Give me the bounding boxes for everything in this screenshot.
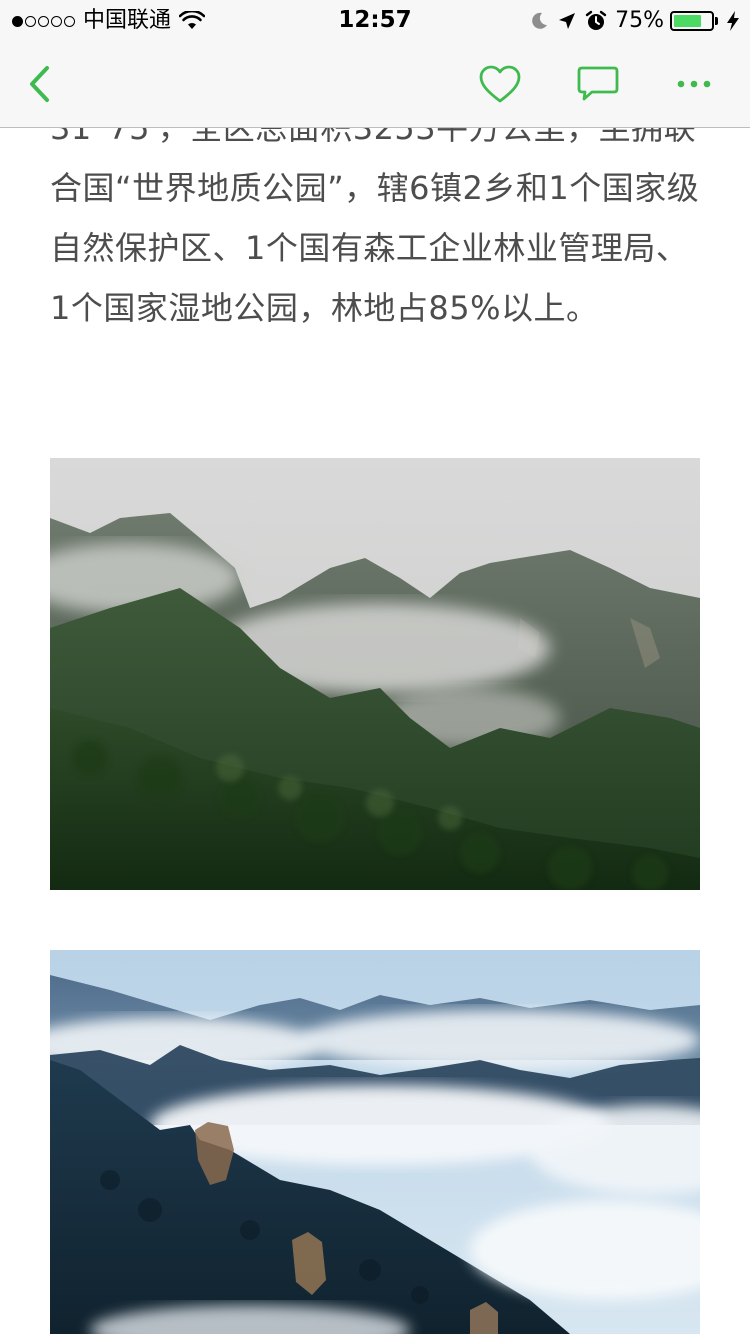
battery-icon	[670, 11, 714, 31]
comment-button[interactable]	[568, 40, 628, 128]
more-dots-icon	[677, 80, 711, 88]
article-image-misty-mountains[interactable]	[50, 458, 700, 890]
heart-icon	[479, 65, 521, 103]
navigation-bar	[0, 40, 750, 128]
comment-bubble-icon	[577, 66, 619, 101]
battery-percent: 75%	[615, 8, 664, 33]
battery-cap	[715, 17, 718, 25]
chevron-left-icon	[30, 66, 49, 102]
charging-bolt-icon	[727, 11, 739, 31]
status-bar-right: 75%	[521, 7, 740, 35]
alarm-clock-icon	[585, 10, 607, 30]
moon-icon	[532, 12, 548, 29]
back-button[interactable]	[14, 40, 64, 128]
status-bar: 中国联通 12:57 75%	[0, 0, 750, 40]
like-button[interactable]	[470, 40, 530, 128]
location-arrow-icon	[559, 13, 576, 29]
article-image-sea-of-clouds[interactable]	[50, 950, 700, 1334]
more-button[interactable]	[664, 40, 724, 128]
article-paragraph: 31°75′，全区总面积3253平方公里，坐拥联合国“世界地质公园”，辖6镇2乡…	[50, 109, 700, 327]
battery-level-fill	[674, 15, 701, 27]
